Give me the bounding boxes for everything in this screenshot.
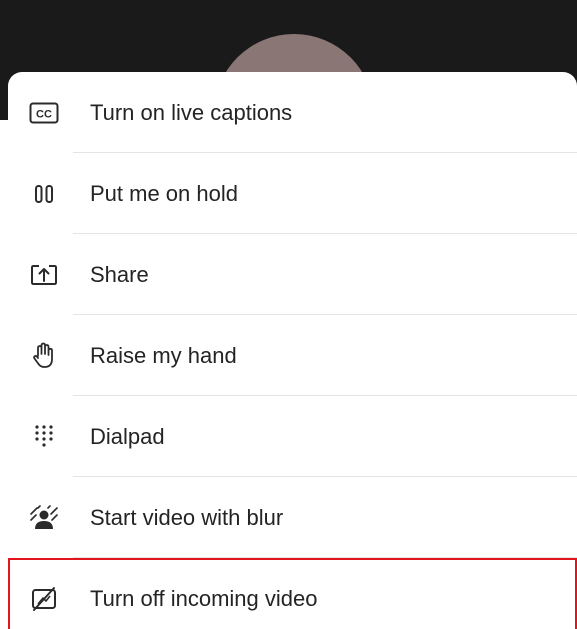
menu-item-turn-off-incoming-video[interactable]: Turn off incoming video — [8, 558, 577, 629]
menu-item-share[interactable]: Share — [8, 234, 577, 315]
menu-item-label: Start video with blur — [90, 504, 284, 530]
menu-item-raise-hand[interactable]: Raise my hand — [8, 315, 577, 396]
blur-background-icon — [26, 500, 62, 536]
svg-text:CC: CC — [36, 108, 52, 120]
pause-icon — [26, 176, 62, 212]
dialpad-icon — [26, 419, 62, 455]
menu-item-label: Share — [90, 261, 149, 287]
more-options-sheet: CC Turn on live captions Put me on hold … — [8, 72, 577, 629]
menu-item-dialpad[interactable]: Dialpad — [8, 396, 577, 477]
menu-item-live-captions[interactable]: CC Turn on live captions — [8, 72, 577, 153]
menu-item-start-video-blur[interactable]: Start video with blur — [8, 477, 577, 558]
menu-item-label: Raise my hand — [90, 342, 237, 368]
cc-icon: CC — [26, 95, 62, 131]
menu-item-label: Turn on live captions — [90, 99, 293, 125]
menu-item-put-on-hold[interactable]: Put me on hold — [8, 153, 577, 234]
video-off-icon — [26, 581, 62, 617]
menu-item-label: Dialpad — [90, 423, 165, 449]
hand-icon — [26, 338, 62, 374]
menu-item-label: Put me on hold — [90, 180, 238, 206]
menu-item-label: Turn off incoming video — [90, 585, 318, 611]
share-icon — [26, 257, 62, 293]
